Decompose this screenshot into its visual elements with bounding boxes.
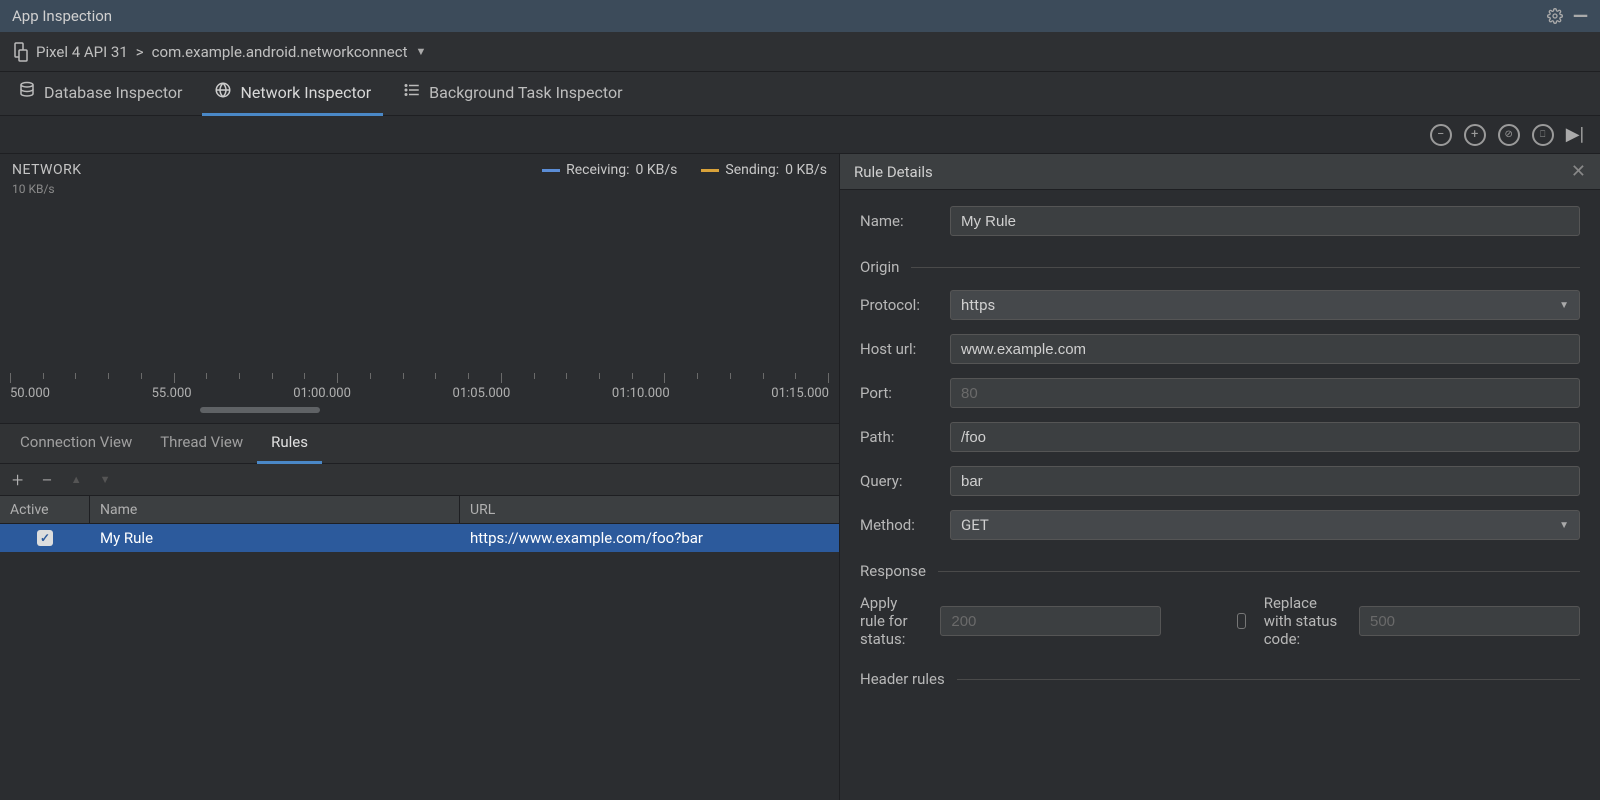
method-label: Method: <box>860 516 938 534</box>
zoom-in-icon[interactable]: + <box>1464 124 1486 146</box>
tab-label: Network Inspector <box>240 83 371 102</box>
titlebar: App Inspection — <box>0 0 1600 32</box>
inspector-tabs: Database Inspector Network Inspector Bac… <box>0 72 1600 116</box>
database-icon <box>18 81 36 103</box>
move-down-icon: ▼ <box>100 473 111 486</box>
divider <box>911 267 1580 268</box>
host-field[interactable] <box>950 334 1580 364</box>
close-icon[interactable]: ✕ <box>1571 161 1586 182</box>
graph-title: NETWORK <box>12 162 82 178</box>
swatch-blue <box>542 169 560 172</box>
y-axis-label: 10 KB/s <box>0 182 839 196</box>
move-up-icon: ▲ <box>71 473 82 486</box>
subtab-thread-view[interactable]: Thread View <box>146 424 257 464</box>
remove-rule-button[interactable]: − <box>41 468 52 492</box>
header-rules-section-header: Header rules <box>860 670 945 688</box>
time-axis[interactable]: 50.000 55.000 01:00.000 01:05.000 01:10.… <box>10 373 829 413</box>
method-select[interactable]: GET ▼ <box>950 510 1580 540</box>
reset-zoom-icon[interactable]: ⊘ <box>1498 124 1520 146</box>
query-label: Query: <box>860 472 938 490</box>
network-subtabs: Connection View Thread View Rules <box>0 424 839 464</box>
apply-status-label: Apply rule for status: <box>860 594 922 648</box>
tab-network-inspector[interactable]: Network Inspector <box>202 72 383 116</box>
path-field[interactable] <box>950 422 1580 452</box>
port-field[interactable] <box>950 378 1580 408</box>
device-name: Pixel 4 API 31 <box>36 43 128 61</box>
tab-background-task-inspector[interactable]: Background Task Inspector <box>391 72 634 116</box>
chevron-down-icon: ▼ <box>1559 300 1569 311</box>
replace-checkbox[interactable] <box>1237 613 1245 629</box>
device-icon <box>12 42 28 62</box>
subtab-rules[interactable]: Rules <box>257 424 322 464</box>
replace-status-label: Replace with status code: <box>1264 594 1341 648</box>
tick: 50.000 <box>10 386 50 401</box>
active-checkbox[interactable]: ✓ <box>37 530 53 546</box>
tab-database-inspector[interactable]: Database Inspector <box>6 72 194 116</box>
apply-status-field[interactable] <box>940 606 1161 636</box>
zoom-selection-icon[interactable]: ⎕ <box>1532 124 1554 146</box>
protocol-label: Protocol: <box>860 296 938 314</box>
rules-table: Active Name URL ✓ My Rule https://www.ex… <box>0 496 839 800</box>
globe-icon <box>214 81 232 103</box>
origin-section-header: Origin <box>860 258 899 276</box>
col-header-name[interactable]: Name <box>90 496 460 523</box>
chevron-down-icon: ▼ <box>1559 520 1569 531</box>
divider <box>938 571 1580 572</box>
package-name: com.example.android.networkconnect <box>152 43 408 61</box>
breadcrumb-separator: > <box>136 43 144 61</box>
divider <box>957 679 1580 680</box>
swatch-orange <box>701 169 719 172</box>
port-label: Port: <box>860 384 938 402</box>
cell-url: https://www.example.com/foo?bar <box>460 529 839 547</box>
details-title: Rule Details <box>854 163 933 181</box>
minimize-icon[interactable]: — <box>1573 4 1588 28</box>
protocol-select[interactable]: https ▼ <box>950 290 1580 320</box>
chevron-down-icon[interactable]: ▼ <box>416 45 427 58</box>
list-icon <box>403 81 421 103</box>
query-field[interactable] <box>950 466 1580 496</box>
tick: 01:05.000 <box>453 386 511 401</box>
add-rule-button[interactable]: + <box>12 468 23 492</box>
name-label: Name: <box>860 212 938 230</box>
panel-title: App Inspection <box>12 7 112 25</box>
details-header: Rule Details ✕ <box>840 154 1600 190</box>
gear-icon[interactable] <box>1547 8 1563 24</box>
col-header-url[interactable]: URL <box>460 496 839 523</box>
legend-sending: Sending: 0 KB/s <box>701 162 827 178</box>
name-field[interactable] <box>950 206 1580 236</box>
tick: 01:10.000 <box>612 386 670 401</box>
table-row[interactable]: ✓ My Rule https://www.example.com/foo?ba… <box>0 524 839 552</box>
rules-toolbar: + − ▲ ▼ <box>0 464 839 496</box>
tick: 01:00.000 <box>293 386 351 401</box>
breadcrumb[interactable]: Pixel 4 API 31 > com.example.android.net… <box>0 32 1600 72</box>
host-label: Host url: <box>860 340 938 358</box>
replace-status-field[interactable] <box>1359 606 1580 636</box>
path-label: Path: <box>860 428 938 446</box>
timeline-toolbar: − + ⊘ ⎕ ▶| <box>0 116 1600 154</box>
legend-receiving: Receiving: 0 KB/s <box>542 162 677 178</box>
tick: 55.000 <box>152 386 192 401</box>
response-section-header: Response <box>860 562 926 580</box>
zoom-out-icon[interactable]: − <box>1430 124 1452 146</box>
go-to-live-icon[interactable]: ▶| <box>1566 124 1584 145</box>
tick: 01:15.000 <box>771 386 829 401</box>
network-graph: NETWORK Receiving: 0 KB/s Sending: 0 KB/… <box>0 154 839 424</box>
col-header-active[interactable]: Active <box>0 496 90 523</box>
cell-name: My Rule <box>90 529 460 547</box>
tab-label: Background Task Inspector <box>429 83 622 102</box>
timeline-scrollbar-thumb[interactable] <box>200 407 320 413</box>
subtab-connection-view[interactable]: Connection View <box>6 424 146 464</box>
tab-label: Database Inspector <box>44 83 182 102</box>
